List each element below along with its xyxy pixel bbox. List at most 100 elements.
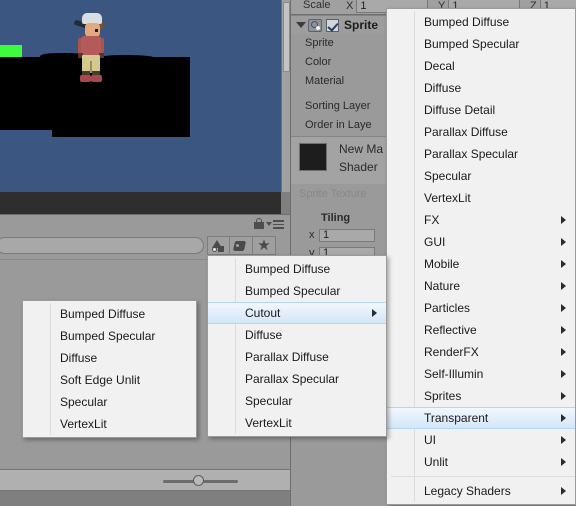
menu-item-vertexlit[interactable]: VertexLit — [23, 413, 196, 435]
menu-item-label: Bumped Diffuse — [245, 262, 331, 276]
scene-bottom-strip — [0, 192, 281, 214]
tiling-x-input[interactable]: 1 — [319, 228, 375, 242]
menu-item-self-illumin[interactable]: Self-Illumin — [387, 363, 575, 385]
menu-item-vertexlit[interactable]: VertexLit — [387, 187, 575, 209]
sprite-renderer-icon — [308, 19, 322, 32]
menu-item-bumped-specular[interactable]: Bumped Specular — [387, 33, 575, 55]
menu-item-bumped-diffuse[interactable]: Bumped Diffuse — [387, 11, 575, 33]
shader-root-menu[interactable]: Bumped Diffuse Bumped Specular Decal Diffus… — [386, 8, 576, 505]
cutout-submenu[interactable]: Bumped Diffuse Bumped Specular Diffuse Soft… — [22, 300, 197, 438]
field-label-sprite: Sprite — [305, 37, 334, 49]
menu-item-diffuse[interactable]: Diffuse — [208, 324, 386, 346]
submenu-arrow-icon — [561, 260, 566, 268]
menu-item-parallax-diffuse[interactable]: Parallax Diffuse — [208, 346, 386, 368]
menu-item-label: Parallax Diffuse — [245, 350, 329, 364]
field-label-sorting-layer: Sorting Layer — [305, 100, 371, 112]
menu-item-renderfx[interactable]: RenderFX — [387, 341, 575, 363]
menu-separator — [391, 476, 575, 477]
tiling-label: Tiling — [321, 212, 351, 224]
menu-item-specular[interactable]: Specular — [387, 165, 575, 187]
lock-icon[interactable] — [254, 218, 264, 229]
menu-item-label: Unlit — [424, 455, 449, 469]
menu-item-parallax-specular[interactable]: Parallax Specular — [387, 143, 575, 165]
favorites-filter-icon[interactable]: ★ — [253, 236, 276, 255]
shapes-filter-icon[interactable] — [207, 236, 230, 255]
menu-item-reflective[interactable]: Reflective — [387, 319, 575, 341]
menu-item-ui[interactable]: UI — [387, 429, 575, 451]
shader-label: Shader — [339, 160, 378, 174]
menu-item-fx[interactable]: FX — [387, 209, 575, 231]
menu-item-bumped-specular[interactable]: Bumped Specular — [208, 280, 386, 302]
menu-item-label: Sprites — [424, 389, 462, 403]
menu-item-label: VertexLit — [245, 416, 292, 430]
menu-item-specular[interactable]: Specular — [23, 391, 196, 413]
menu-item-particles[interactable]: Particles — [387, 297, 575, 319]
menu-item-specular[interactable]: Specular — [208, 390, 386, 412]
menu-item-sprites[interactable]: Sprites — [387, 385, 575, 407]
menu-item-decal[interactable]: Decal — [387, 55, 575, 77]
menu-item-label: FX — [424, 213, 440, 227]
field-label-material: Material — [305, 75, 345, 87]
zoom-slider[interactable] — [163, 475, 238, 486]
menu-item-transparent[interactable]: Transparent — [387, 407, 575, 429]
menu-item-diffuse[interactable]: Diffuse — [23, 347, 196, 369]
hamburger-menu-icon[interactable] — [268, 220, 284, 229]
menu-item-label: Bumped Specular — [245, 284, 341, 298]
tiling-x-row[interactable]: x 1 — [309, 228, 375, 242]
transparent-submenu[interactable]: Bumped Diffuse Bumped Specular Cutout Diffu… — [207, 255, 387, 437]
menu-item-label: Parallax Specular — [245, 372, 340, 386]
menu-item-unlit[interactable]: Unlit — [387, 451, 575, 473]
search-input[interactable] — [0, 237, 204, 254]
menu-item-label: Soft Edge Unlit — [60, 373, 141, 387]
slider-knob[interactable] — [193, 475, 204, 486]
menu-item-label: Bumped Diffuse — [424, 15, 510, 29]
menu-item-vertexlit[interactable]: VertexLit — [208, 412, 386, 434]
component-title: Sprite — [344, 18, 379, 32]
menu-item-soft-edge-unlit[interactable]: Soft Edge Unlit — [23, 369, 196, 391]
submenu-arrow-icon — [561, 282, 566, 290]
component-enabled-checkbox[interactable] — [326, 19, 339, 32]
star-icon: ★ — [257, 237, 271, 254]
menu-item-label: Cutout — [245, 306, 281, 320]
tiling-x-axis-label: x — [309, 229, 315, 241]
scene-vertical-scrollbar[interactable] — [281, 0, 290, 192]
square-shape — [218, 246, 224, 252]
menu-item-bumped-diffuse[interactable]: Bumped Diffuse — [23, 303, 196, 325]
tag-filter-icon[interactable] — [230, 236, 253, 255]
project-toolbar — [0, 215, 290, 233]
menu-item-nature[interactable]: Nature — [387, 275, 575, 297]
terrain-dip — [0, 130, 52, 138]
scale-x-axis-label: X — [346, 0, 354, 12]
scene-view[interactable] — [0, 0, 281, 192]
menu-item-label: Decal — [424, 59, 455, 73]
submenu-arrow-icon — [561, 370, 566, 378]
submenu-arrow-icon — [561, 216, 566, 224]
menu-item-mobile[interactable]: Mobile — [387, 253, 575, 275]
menu-item-legacy-shaders[interactable]: Legacy Shaders — [387, 480, 575, 502]
menu-item-bumped-diffuse[interactable]: Bumped Diffuse — [208, 258, 386, 280]
menu-item-label: Bumped Specular — [424, 37, 520, 51]
menu-item-label: Diffuse — [60, 351, 98, 365]
material-preview-swatch[interactable] — [299, 143, 327, 171]
menu-item-gui[interactable]: GUI — [387, 231, 575, 253]
collapse-triangle-icon[interactable] — [296, 22, 306, 28]
submenu-arrow-icon — [561, 348, 566, 356]
menu-item-diffuse[interactable]: Diffuse — [387, 77, 575, 99]
menu-item-label: Bumped Diffuse — [60, 307, 146, 321]
menu-item-diffuse-detail[interactable]: Diffuse Detail — [387, 99, 575, 121]
submenu-arrow-icon — [561, 487, 566, 495]
menu-item-bumped-specular[interactable]: Bumped Specular — [23, 325, 196, 347]
circle-shape — [212, 247, 217, 252]
menu-item-label: Diffuse Detail — [424, 103, 496, 117]
player-character-sprite[interactable] — [73, 13, 106, 85]
menu-item-label: Self-Illumin — [424, 367, 484, 381]
menu-item-label: VertexLit — [60, 417, 107, 431]
menu-item-parallax-diffuse[interactable]: Parallax Diffuse — [387, 121, 575, 143]
scale-label: Scale — [303, 0, 331, 11]
scrollbar-thumb[interactable] — [283, 2, 290, 72]
menu-item-label: Diffuse — [424, 81, 462, 95]
menu-item-label: Specular — [424, 169, 472, 183]
menu-item-label: Reflective — [424, 323, 477, 337]
menu-item-cutout[interactable]: Cutout — [208, 302, 386, 324]
menu-item-parallax-specular[interactable]: Parallax Specular — [208, 368, 386, 390]
